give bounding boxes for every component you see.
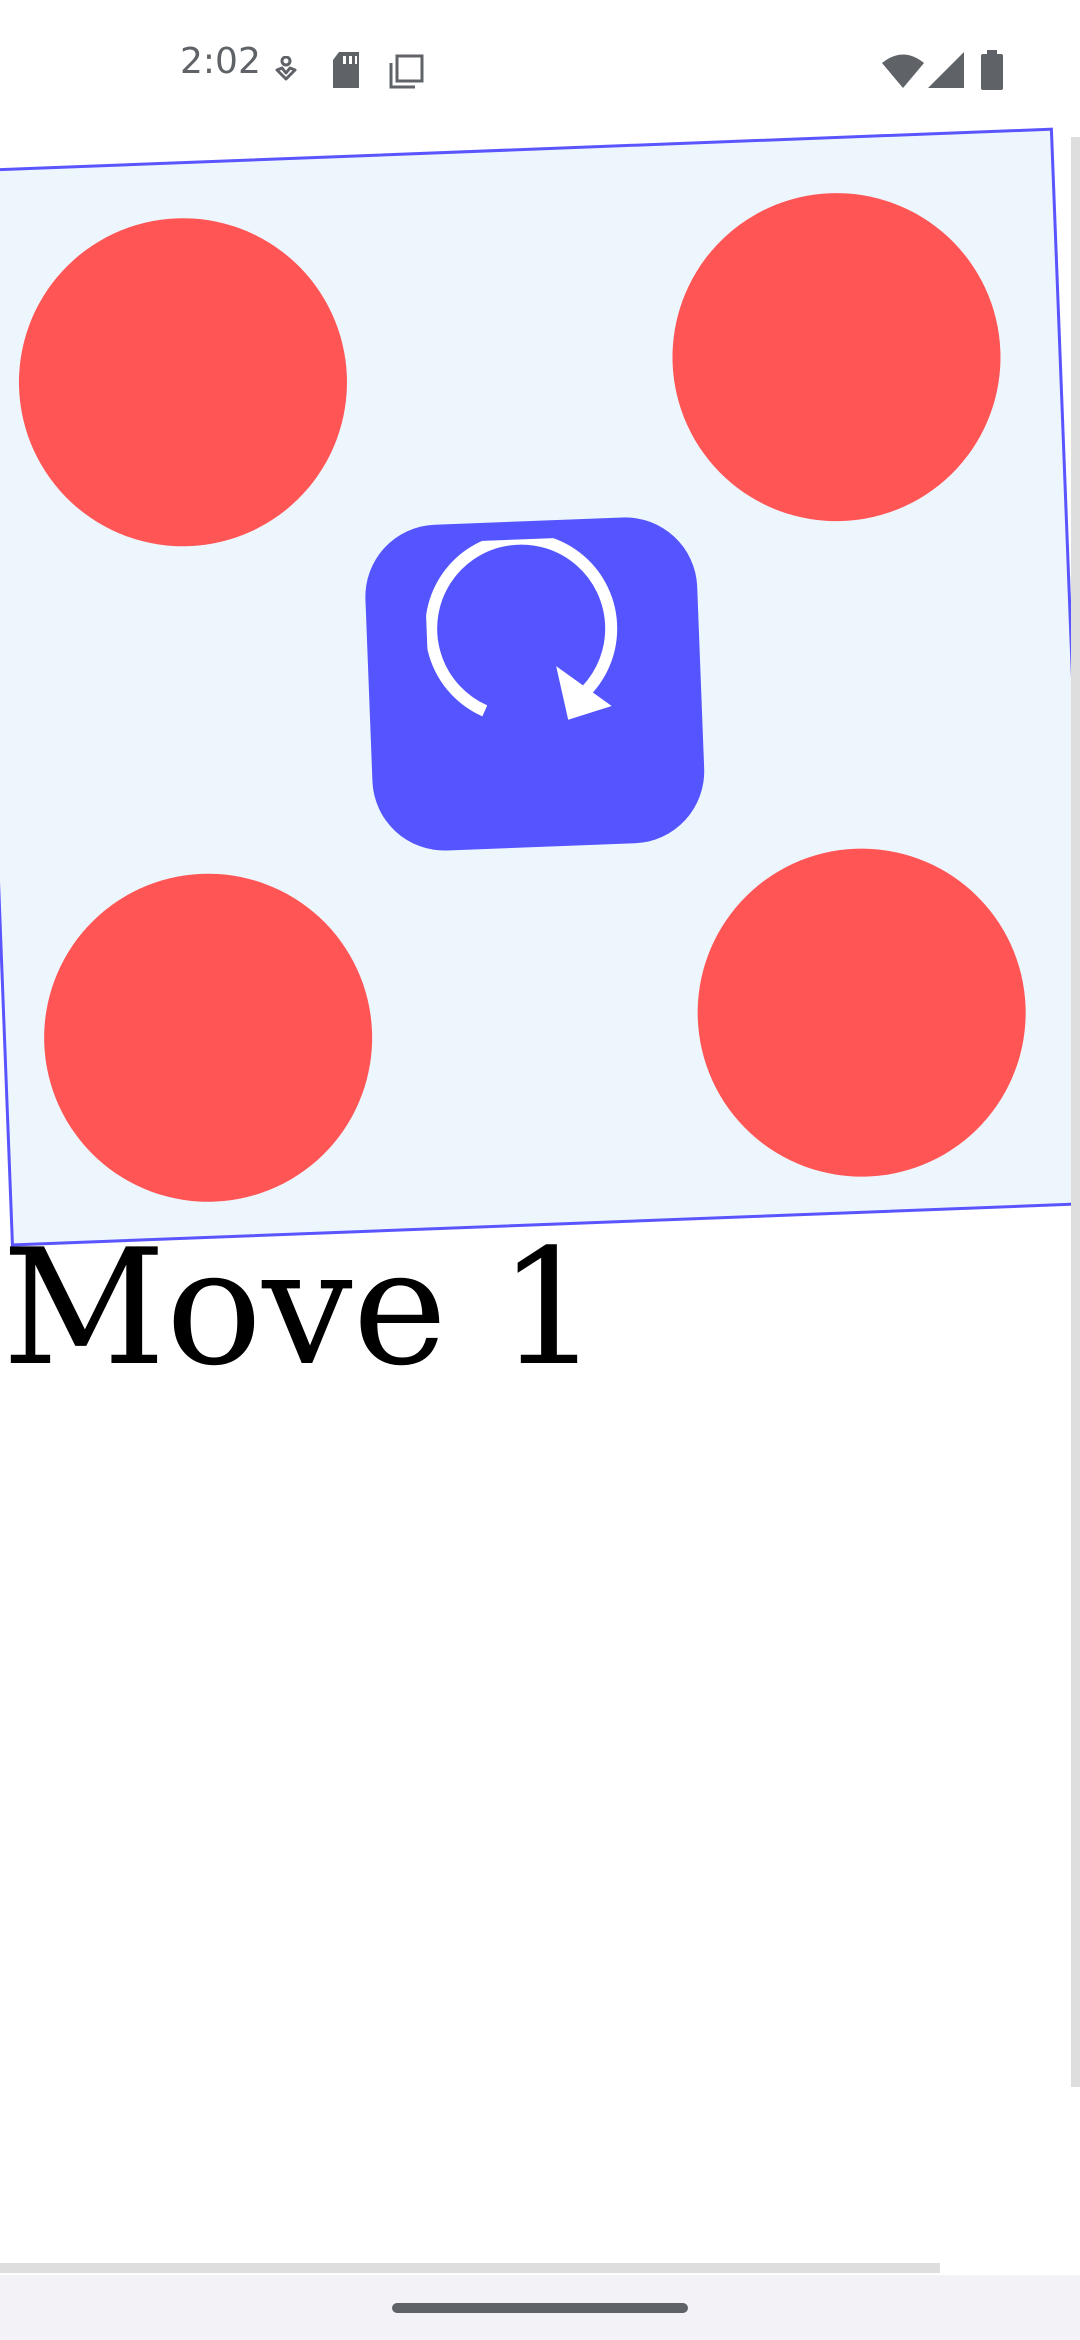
red-token-bottom-left[interactable]	[37, 867, 379, 1208]
cell-signal-icon	[928, 52, 964, 88]
wifi-icon	[882, 54, 924, 88]
battery-icon	[981, 50, 1003, 90]
accessibility-icon	[275, 56, 297, 81]
red-token-top-left[interactable]	[12, 212, 354, 553]
home-gesture-handle[interactable]	[392, 2303, 688, 2313]
rotate-button[interactable]	[362, 514, 707, 854]
status-time: 2:02	[180, 41, 261, 82]
red-token-top-right[interactable]	[666, 186, 1007, 528]
screenshot-icon	[389, 54, 424, 89]
sd-card-icon	[333, 52, 359, 88]
game-board[interactable]	[0, 127, 1080, 1247]
status-bar: 2:02	[0, 0, 1080, 135]
horizontal-scrollbar[interactable]	[0, 2263, 940, 2273]
navigation-bar	[0, 2275, 1080, 2340]
game-board-container	[0, 127, 1080, 1251]
screen: 2:02 Move 1	[0, 0, 1080, 2340]
rotate-clockwise-icon	[425, 535, 618, 720]
move-counter: Move 1	[2, 1214, 600, 1401]
vertical-scrollbar[interactable]	[1071, 137, 1080, 2087]
red-token-bottom-right[interactable]	[691, 842, 1032, 1183]
